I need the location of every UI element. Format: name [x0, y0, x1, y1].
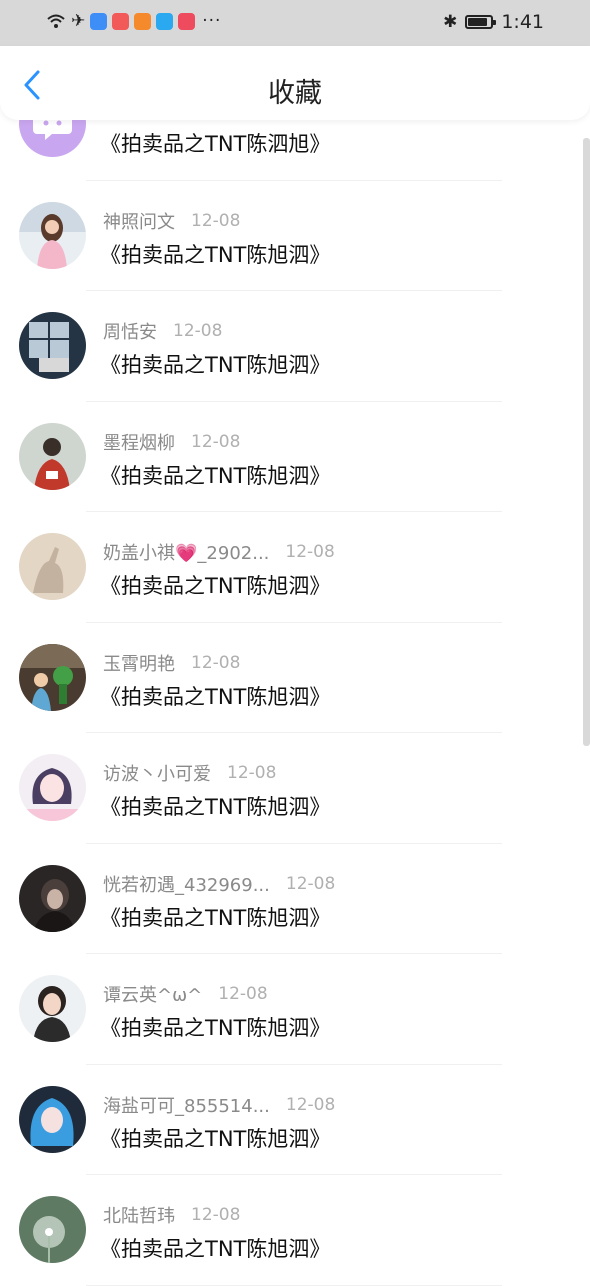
timestamp: 12-08 — [191, 652, 241, 673]
timestamp: 12-08 — [218, 984, 268, 1004]
work-title[interactable]: 《拍卖品之TNT陈旭泗》 — [100, 902, 330, 932]
item-meta: 玉霄明艳 12-08 — [103, 651, 240, 675]
dandelion-avatar[interactable] — [19, 1196, 86, 1263]
item-meta: 北陆哲玮 12-08 — [103, 1203, 240, 1227]
list-item[interactable]: 周恬安 12-08 《拍卖品之TNT陈旭泗》 — [0, 291, 590, 402]
status-bar: ✈ ··· ✱ 1:41 — [0, 0, 590, 46]
person-red-jacket-avatar[interactable] — [19, 422, 86, 490]
timestamp: 12-08 — [191, 1205, 241, 1225]
list-item[interactable]: 访波丶小可爱 12-08 《拍卖品之TNT陈旭泗》 — [0, 733, 590, 844]
work-title[interactable]: 《拍卖品之TNT陈旭泗》 — [100, 1123, 330, 1153]
girl-portrait-avatar[interactable] — [19, 975, 86, 1042]
page-title: 收藏 — [268, 78, 322, 109]
timestamp: 12-08 — [227, 763, 277, 783]
item-meta: 墨程烟柳 12-08 — [103, 430, 240, 454]
window-room-avatar[interactable] — [19, 312, 86, 379]
work-title[interactable]: 《拍卖品之TNT陈旭泗》 — [100, 681, 330, 711]
favorites-list: 186***683_69319...昨天 23:31《拍卖品之TNT陈泗旭》神照… — [0, 90, 590, 1286]
item-meta: 奶盖小祺💗_2902... 12-08 — [103, 540, 335, 564]
list-item[interactable]: 海盐可可_855514... 12-08 《拍卖品之TNT陈旭泗》 — [0, 1065, 590, 1175]
list-item[interactable]: 恍若初遇_432969... 12-08 《拍卖品之TNT陈旭泗》 — [0, 844, 590, 954]
user-name[interactable]: 北陆哲玮 — [103, 1202, 175, 1228]
status-icons-right: ✱ 1:41 — [443, 11, 544, 33]
list-item[interactable]: 神照问文 12-08 《拍卖品之TNT陈旭泗》 — [0, 181, 590, 291]
status-icons-left: ✈ ··· — [46, 11, 221, 31]
timestamp: 12-08 — [191, 431, 241, 452]
list-item[interactable]: 谭云英^ω^ 12-08 《拍卖品之TNT陈旭泗》 — [0, 954, 590, 1065]
user-name[interactable]: 神照问文 — [103, 208, 175, 234]
list-item[interactable]: 北陆哲玮 12-08 《拍卖品之TNT陈旭泗》 — [0, 1175, 590, 1286]
divider — [86, 1284, 502, 1286]
list-item[interactable]: 墨程烟柳 12-08 《拍卖品之TNT陈旭泗》 — [0, 402, 590, 512]
battery-icon — [465, 15, 497, 29]
timestamp: 12-08 — [285, 873, 336, 894]
search-app-icon — [156, 12, 174, 30]
work-title[interactable]: 《拍卖品之TNT陈旭泗》 — [100, 570, 330, 600]
user-name[interactable]: 周恬安 — [103, 318, 157, 344]
user-name[interactable]: 玉霄明艳 — [103, 650, 175, 676]
girl-in-pink-avatar[interactable] — [19, 201, 86, 269]
item-meta: 访波丶小可爱 12-08 — [103, 761, 276, 785]
child-green-toy-avatar[interactable] — [19, 643, 86, 711]
user-name[interactable]: 访波丶小可爱 — [103, 760, 211, 786]
browser-app-icon — [90, 12, 108, 30]
item-meta: 恍若初遇_432969... 12-08 — [103, 872, 335, 896]
grid-app-icon — [112, 12, 130, 30]
user-name[interactable]: 谭云英^ω^ — [103, 981, 202, 1007]
video-app-icon — [134, 12, 152, 30]
shadow-hand-avatar[interactable] — [19, 533, 86, 600]
header: 收藏 — [0, 46, 590, 120]
user-name[interactable]: 海盐可可_855514... — [103, 1092, 270, 1118]
item-meta: 神照问文 12-08 — [103, 209, 240, 233]
work-title[interactable]: 《拍卖品之TNT陈泗旭》 — [100, 128, 330, 158]
work-title[interactable]: 《拍卖品之TNT陈旭泗》 — [100, 791, 330, 821]
work-title[interactable]: 《拍卖品之TNT陈旭泗》 — [100, 1233, 330, 1263]
list-item[interactable]: 玉霄明艳 12-08 《拍卖品之TNT陈旭泗》 — [0, 623, 590, 733]
anime-girl-avatar[interactable] — [19, 754, 86, 821]
blue-hair-avatar[interactable] — [19, 1085, 86, 1153]
gallery-app-icon — [178, 12, 196, 30]
wifi-icon — [47, 14, 65, 28]
work-title[interactable]: 《拍卖品之TNT陈旭泗》 — [100, 1012, 330, 1042]
list-item[interactable]: 奶盖小祺💗_2902... 12-08 《拍卖品之TNT陈旭泗》 — [0, 512, 590, 623]
work-title[interactable]: 《拍卖品之TNT陈旭泗》 — [100, 239, 330, 269]
timestamp: 12-08 — [285, 1094, 336, 1115]
user-name[interactable]: 奶盖小祺💗_2902... — [103, 539, 269, 565]
timestamp: 12-08 — [191, 210, 241, 231]
timestamp: 12-08 — [285, 542, 335, 562]
bluetooth-icon: ✱ — [443, 12, 458, 32]
work-title[interactable]: 《拍卖品之TNT陈旭泗》 — [100, 349, 330, 379]
airplane-mode-icon: ✈ — [71, 10, 86, 31]
more-notifications-icon: ··· — [202, 11, 222, 31]
work-title[interactable]: 《拍卖品之TNT陈旭泗》 — [100, 460, 330, 490]
clock: 1:41 — [501, 11, 544, 33]
item-meta: 谭云英^ω^ 12-08 — [103, 982, 268, 1006]
item-meta: 周恬安 12-08 — [103, 319, 222, 343]
user-name[interactable]: 恍若初遇_432969... — [103, 871, 270, 897]
dark-portrait-avatar[interactable] — [19, 864, 86, 932]
scrollbar[interactable] — [583, 138, 590, 746]
user-name[interactable]: 墨程烟柳 — [103, 429, 175, 455]
timestamp: 12-08 — [173, 321, 223, 341]
item-meta: 海盐可可_855514... 12-08 — [103, 1093, 335, 1117]
